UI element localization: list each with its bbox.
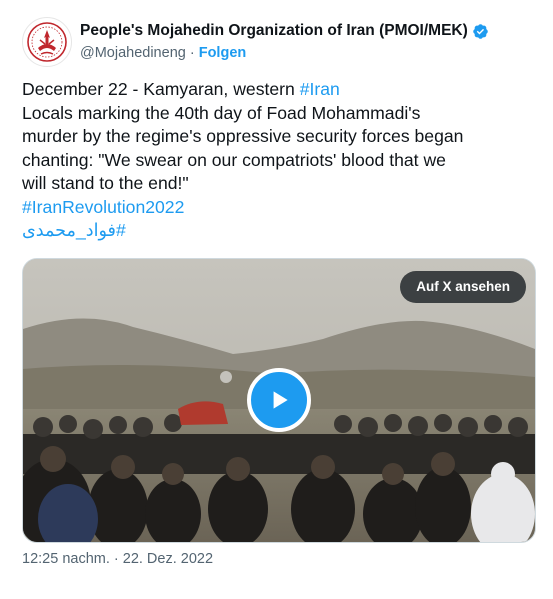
tweet-line-7: #فواد_محمدی bbox=[22, 219, 532, 243]
tweet-line-5: will stand to the end!" bbox=[22, 173, 189, 193]
pmoi-logo-icon bbox=[24, 19, 70, 65]
hashtag-iran[interactable]: #Iran bbox=[300, 79, 340, 99]
tweet-line-4: chanting: "We swear on our compatriots' … bbox=[22, 149, 446, 170]
tweet-card: People's Mojahedin Organization of Iran … bbox=[0, 0, 553, 599]
handle-separator: · bbox=[185, 45, 199, 61]
play-icon bbox=[273, 391, 288, 409]
tweet-line-1: December 22 - Kamyaran, western #Iran bbox=[22, 78, 532, 102]
name-row: People's Mojahedin Organization of Iran … bbox=[80, 20, 489, 42]
hashtag-foad-mohammadi[interactable]: #فواد_محمدی bbox=[22, 220, 126, 240]
avatar[interactable] bbox=[22, 17, 72, 67]
tweet-text: December 22 - Kamyaran, western #Iran Lo… bbox=[22, 78, 532, 243]
video-player[interactable]: Auf X ansehen bbox=[22, 258, 536, 543]
play-button[interactable] bbox=[247, 368, 311, 432]
tweet-line-1-text: December 22 - Kamyaran, western bbox=[22, 79, 300, 99]
view-on-x-button[interactable]: Auf X ansehen bbox=[400, 271, 526, 303]
verified-badge-icon bbox=[473, 23, 488, 39]
tweet-header: People's Mojahedin Organization of Iran … bbox=[80, 20, 489, 61]
follow-button[interactable]: Folgen bbox=[199, 45, 247, 61]
display-name[interactable]: People's Mojahedin Organization of Iran … bbox=[80, 22, 468, 40]
tweet-line-3: murder by the regime's oppressive securi… bbox=[22, 126, 464, 146]
hashtag-iranrevolution2022[interactable]: #IranRevolution2022 bbox=[22, 197, 184, 217]
handle[interactable]: @Mojahedineng bbox=[80, 45, 186, 61]
tweet-line-6: #IranRevolution2022 bbox=[22, 196, 532, 220]
timestamp[interactable]: 12:25 nachm. · 22. Dez. 2022 bbox=[22, 551, 213, 567]
handle-row: @Mojahedineng · Folgen bbox=[80, 45, 489, 61]
tweet-line-2: Locals marking the 40th day of Foad Moha… bbox=[22, 102, 421, 123]
